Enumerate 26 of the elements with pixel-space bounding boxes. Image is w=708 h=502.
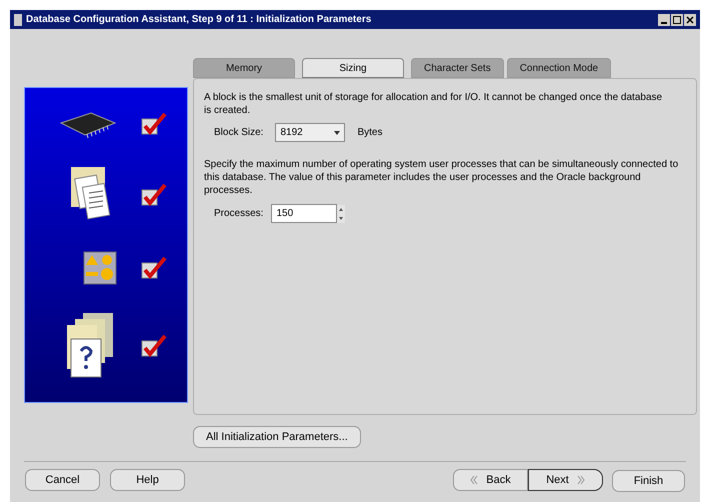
processes-description: Specify the maximum number of operating system user processes that can be simultaneously connected to this database. The value of this parameter includes the user processes and the Oracle background processes. <box>204 158 679 197</box>
back-button[interactable]: Back <box>453 469 528 491</box>
block-description: A block is the smallest unit of storage for allocation and for I/O. It cannot be changed once the database is created. <box>204 91 664 117</box>
cancel-button[interactable]: Cancel <box>25 469 100 491</box>
shapes-icon <box>83 251 117 285</box>
all-parameters-button[interactable]: All Initialization Parameters... <box>193 426 361 448</box>
block-size-label: Block Size: <box>214 126 264 139</box>
window-title: Database Configuration Assistant, Step 9 of 11 : Initialization Parameters <box>26 13 372 27</box>
tab[interactable]: Connection Mode <box>506 58 612 78</box>
close-icon[interactable] <box>684 14 696 26</box>
block-size-dropdown[interactable]: 8192 <box>275 123 346 142</box>
chevron-left-icon <box>470 475 478 485</box>
chevron-right-icon <box>576 475 585 485</box>
minimize-icon[interactable] <box>658 14 670 26</box>
unit-label: Bytes <box>357 126 382 139</box>
spinner-arrows-icon <box>337 204 346 222</box>
next-button[interactable]: Next <box>528 469 603 491</box>
processes-label: Processes: <box>214 207 264 220</box>
tab[interactable]: Character Sets <box>411 58 504 78</box>
maximize-icon[interactable] <box>671 14 683 26</box>
help-button[interactable]: Help <box>110 469 185 491</box>
dropdown-arrow-icon <box>334 130 340 134</box>
tab[interactable]: Memory <box>193 58 295 78</box>
app-icon <box>14 14 22 26</box>
tab[interactable]: Sizing <box>302 58 404 78</box>
finish-button[interactable]: Finish <box>612 470 685 492</box>
